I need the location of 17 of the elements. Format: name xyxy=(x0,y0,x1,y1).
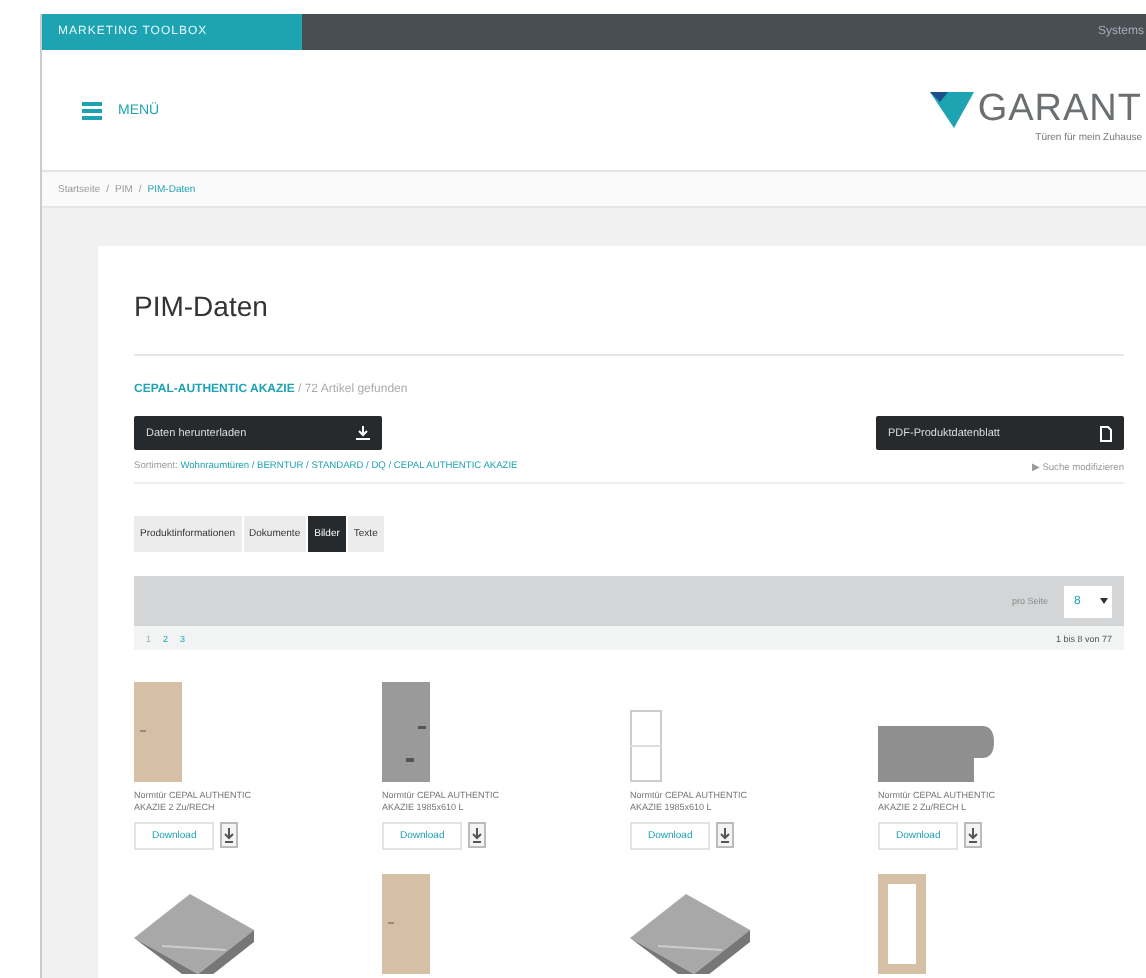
door-image xyxy=(134,682,182,782)
download-icon[interactable] xyxy=(964,822,982,849)
logo-text: GARANT xyxy=(977,88,1142,132)
download-icon xyxy=(356,426,370,440)
door-image xyxy=(382,873,430,974)
document-icon xyxy=(1100,425,1112,441)
door-image xyxy=(630,710,662,782)
logo-icon xyxy=(929,92,974,128)
download-icon[interactable] xyxy=(468,822,486,849)
page-title: PIM-Daten xyxy=(134,282,1124,356)
download-icon[interactable] xyxy=(220,822,238,849)
caret-icon xyxy=(1100,598,1108,604)
door-image xyxy=(382,682,430,782)
panel-image xyxy=(134,893,254,974)
download-icon[interactable] xyxy=(716,822,734,849)
menu-icon xyxy=(82,101,102,119)
panel-image xyxy=(630,893,750,974)
